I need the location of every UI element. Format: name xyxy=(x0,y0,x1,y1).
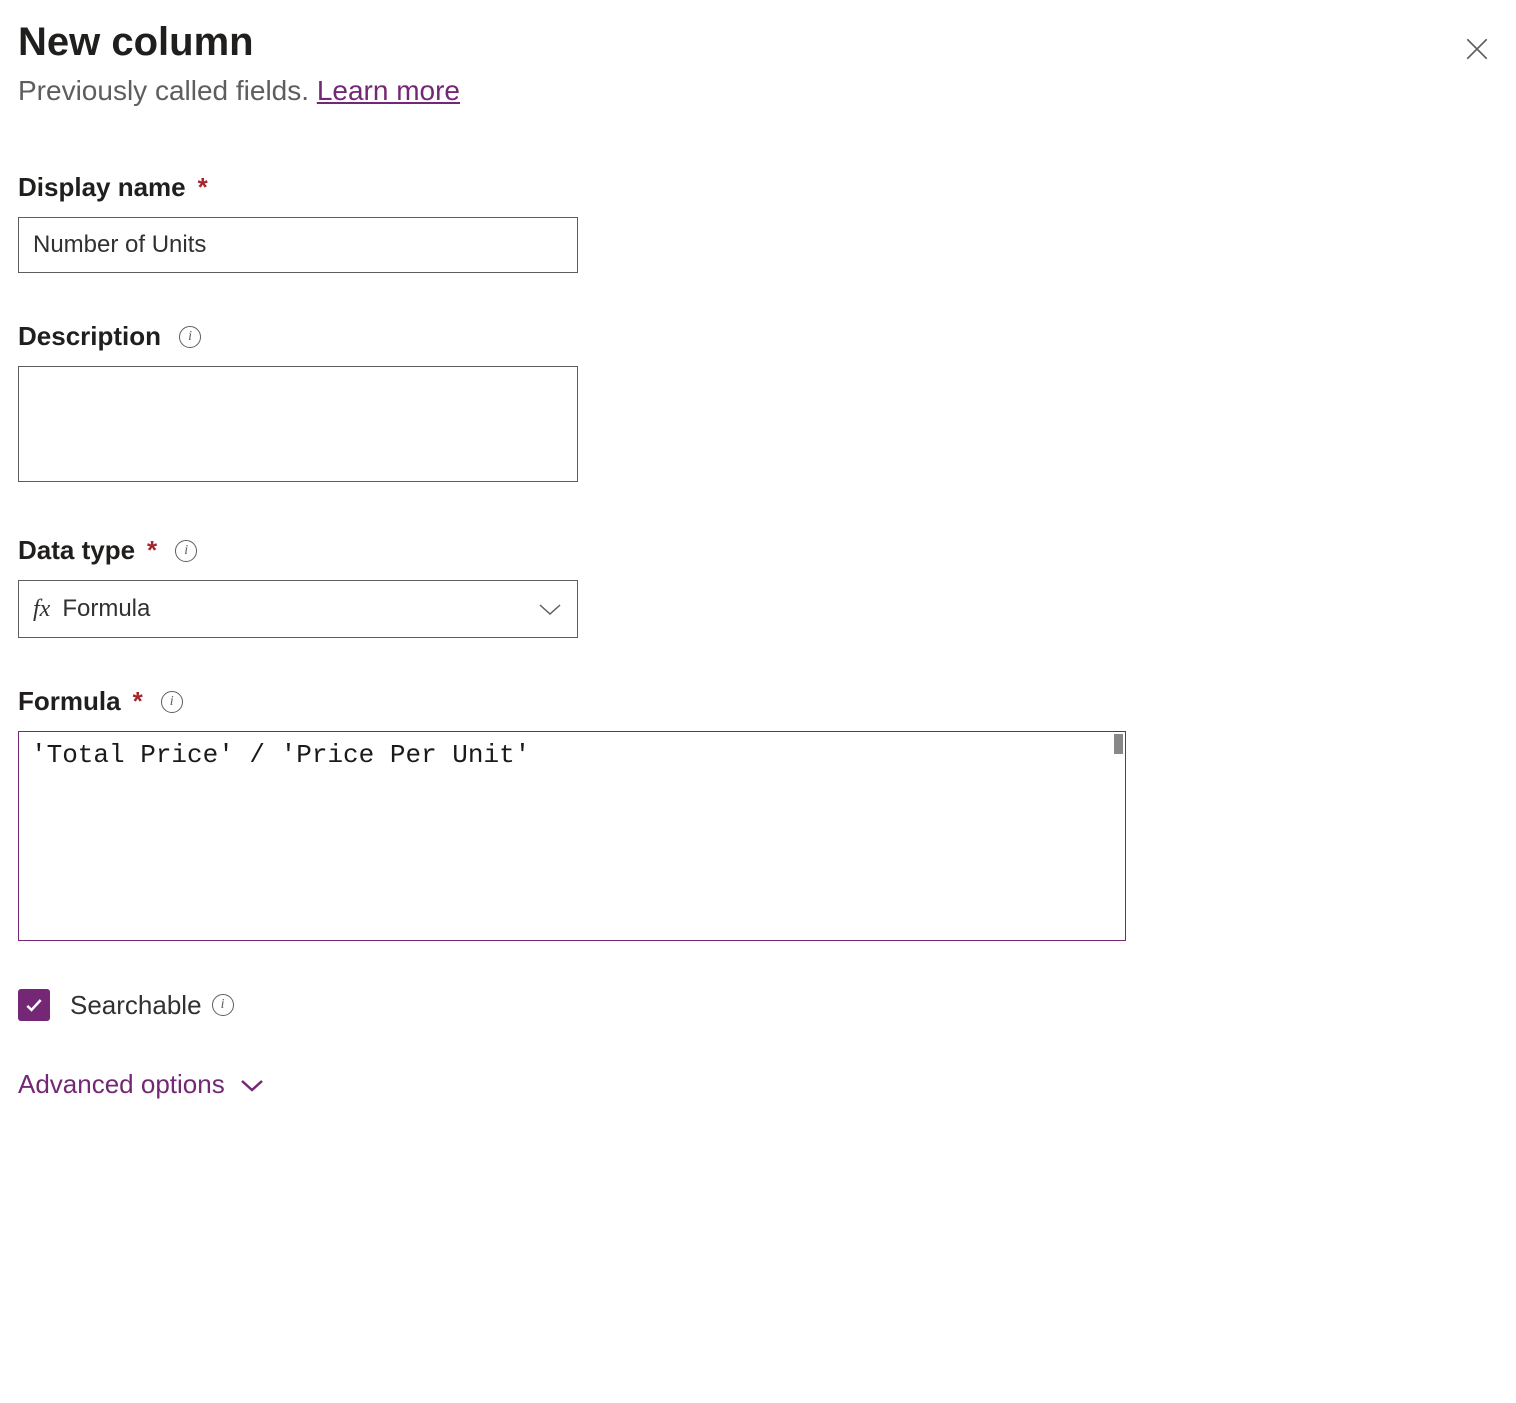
data-type-label-text: Data type xyxy=(18,535,135,566)
info-icon[interactable]: i xyxy=(212,994,234,1016)
description-input[interactable] xyxy=(18,366,578,482)
searchable-field: Searchable i xyxy=(18,989,1498,1021)
learn-more-link[interactable]: Learn more xyxy=(317,75,460,106)
close-icon xyxy=(1464,36,1490,62)
panel-subtitle: Previously called fields. Learn more xyxy=(18,75,460,107)
formula-label-text: Formula xyxy=(18,686,121,717)
data-type-field: Data type * i fx Formula xyxy=(18,535,1498,638)
searchable-label: Searchable i xyxy=(70,990,234,1021)
required-indicator: * xyxy=(198,172,208,203)
formula-input[interactable]: 'Total Price' / 'Price Per Unit' xyxy=(18,731,1126,941)
advanced-options-toggle[interactable]: Advanced options xyxy=(18,1069,1498,1100)
required-indicator: * xyxy=(133,686,143,717)
close-button[interactable] xyxy=(1456,28,1498,73)
data-type-select-content: fx Formula xyxy=(33,595,150,623)
display-name-label-text: Display name xyxy=(18,172,186,203)
check-icon xyxy=(24,995,44,1015)
formula-field: Formula * i 'Total Price' / 'Price Per Un… xyxy=(18,686,1498,941)
formula-label: Formula * i xyxy=(18,686,1498,717)
display-name-label: Display name * xyxy=(18,172,1498,203)
info-icon[interactable]: i xyxy=(179,326,201,348)
searchable-checkbox[interactable] xyxy=(18,989,50,1021)
data-type-selected-value: Formula xyxy=(62,595,150,623)
description-label-text: Description xyxy=(18,321,161,352)
chevron-down-icon xyxy=(537,601,563,617)
data-type-label: Data type * i xyxy=(18,535,1498,566)
header-left: New column Previously called fields. Lea… xyxy=(18,20,460,107)
chevron-down-icon xyxy=(239,1069,265,1100)
display-name-input[interactable] xyxy=(18,217,578,273)
subtitle-text: Previously called fields. xyxy=(18,75,317,106)
fx-icon: fx xyxy=(33,596,50,623)
description-label: Description i xyxy=(18,321,1498,352)
scrollbar-thumb[interactable] xyxy=(1114,734,1123,754)
panel-header: New column Previously called fields. Lea… xyxy=(18,20,1498,107)
display-name-field: Display name * xyxy=(18,172,1498,273)
formula-text: 'Total Price' / 'Price Per Unit' xyxy=(31,740,530,770)
info-icon[interactable]: i xyxy=(161,691,183,713)
description-field: Description i xyxy=(18,321,1498,487)
data-type-select[interactable]: fx Formula xyxy=(18,580,578,638)
panel-title: New column xyxy=(18,20,460,65)
required-indicator: * xyxy=(147,535,157,566)
advanced-options-label: Advanced options xyxy=(18,1069,225,1100)
info-icon[interactable]: i xyxy=(175,540,197,562)
searchable-label-text: Searchable xyxy=(70,990,202,1021)
